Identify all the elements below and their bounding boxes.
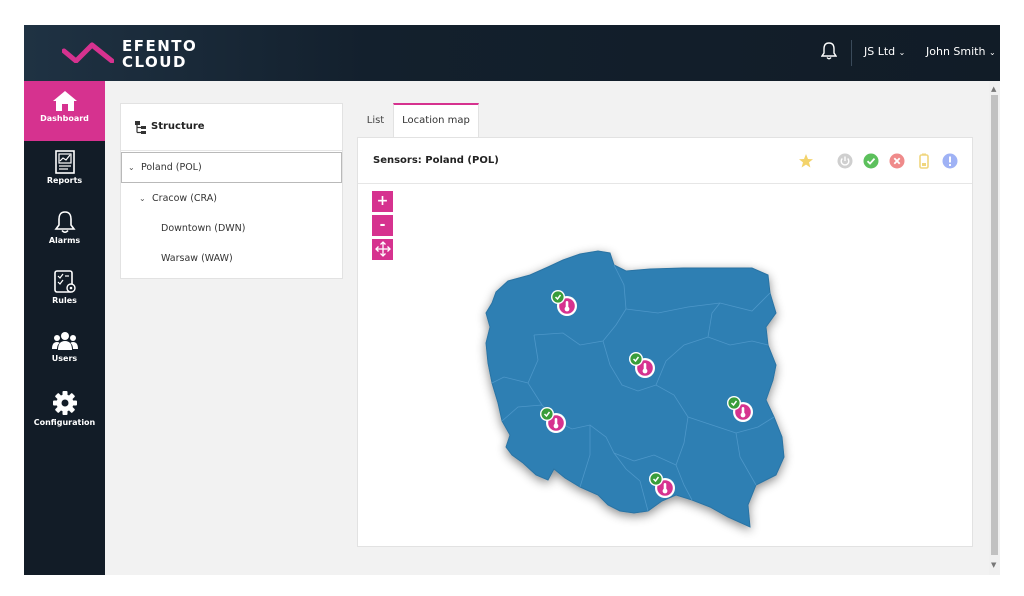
sidebar-label: Reports bbox=[46, 176, 83, 185]
tree-item-downtown[interactable]: Downtown (DWN) bbox=[121, 214, 342, 244]
scroll-thumb[interactable] bbox=[991, 95, 998, 555]
efento-logo-icon bbox=[62, 42, 114, 63]
scroll-down-icon[interactable]: ▼ bbox=[991, 561, 996, 569]
app-window: EFENTO CLOUD JS Ltd ⌄ John Smith ⌄ Dashb… bbox=[24, 25, 1000, 575]
sidebar-item-rules[interactable]: Rules bbox=[24, 261, 105, 321]
logo-text: EFENTO CLOUD bbox=[122, 38, 197, 70]
logo-line1: EFENTO bbox=[122, 37, 198, 55]
poland-country-shape bbox=[485, 250, 785, 528]
ok-check-icon[interactable] bbox=[863, 153, 879, 169]
map-panel: Sensors: Poland (POL) + - bbox=[357, 137, 973, 547]
scroll-up-icon[interactable]: ▲ bbox=[991, 85, 996, 93]
sidebar: Dashboard Reports Alarms Rules Users Con… bbox=[24, 81, 105, 575]
sidebar-label: Rules bbox=[52, 296, 77, 305]
structure-header: Structure bbox=[121, 104, 342, 151]
logo-line2: CLOUD bbox=[122, 53, 187, 71]
chevron-down-icon: ⌄ bbox=[988, 48, 996, 57]
sidebar-item-reports[interactable]: Reports bbox=[24, 141, 105, 201]
users-icon bbox=[51, 332, 78, 350]
structure-panel: Structure ⌄ Poland (POL) ⌄ Cracow (CRA) … bbox=[120, 103, 343, 279]
page-scrollbar[interactable]: ▲ ▼ bbox=[989, 81, 1000, 575]
user-dropdown[interactable]: John Smith ⌄ bbox=[926, 45, 996, 58]
map-title: Sensors: Poland (POL) bbox=[373, 155, 499, 166]
sidebar-label: Users bbox=[51, 354, 78, 363]
home-icon bbox=[52, 91, 77, 111]
company-dropdown[interactable]: JS Ltd ⌄ bbox=[864, 45, 905, 58]
user-name: John Smith bbox=[926, 45, 986, 58]
gear-icon bbox=[52, 391, 77, 415]
tree-structure-icon bbox=[135, 121, 146, 134]
sidebar-item-dashboard[interactable]: Dashboard bbox=[24, 81, 105, 141]
tree-item-label: Poland (POL) bbox=[141, 162, 202, 173]
map-header: Sensors: Poland (POL) bbox=[358, 138, 972, 184]
tree-item-label: Downtown (DWN) bbox=[161, 223, 246, 234]
sidebar-label: Alarms bbox=[48, 236, 81, 245]
reports-icon bbox=[54, 150, 75, 174]
chevron-down-icon: ⌄ bbox=[898, 48, 906, 57]
bell-icon bbox=[53, 211, 76, 234]
battery-icon[interactable] bbox=[916, 153, 932, 169]
info-icon[interactable] bbox=[942, 153, 958, 169]
tree-item-label: Warsaw (WAW) bbox=[161, 253, 233, 264]
tree-item-label: Cracow (CRA) bbox=[152, 193, 217, 204]
sidebar-item-users[interactable]: Users bbox=[24, 321, 105, 381]
poland-map[interactable] bbox=[358, 185, 972, 547]
company-name: JS Ltd bbox=[864, 45, 896, 58]
power-icon[interactable] bbox=[837, 153, 853, 169]
bell-icon[interactable] bbox=[821, 42, 837, 60]
tab-location-map[interactable]: Location map bbox=[393, 103, 479, 137]
favourite-star-icon[interactable] bbox=[798, 153, 814, 169]
tab-list[interactable]: List bbox=[358, 105, 393, 137]
sidebar-label: Configuration bbox=[33, 418, 96, 427]
rules-icon bbox=[53, 270, 76, 293]
tree-item-warsaw[interactable]: Warsaw (WAW) bbox=[121, 244, 342, 274]
sidebar-label: Dashboard bbox=[40, 114, 89, 123]
sidebar-item-alarms[interactable]: Alarms bbox=[24, 201, 105, 261]
top-bar: EFENTO CLOUD JS Ltd ⌄ John Smith ⌄ bbox=[24, 25, 1000, 81]
chevron-down-icon[interactable]: ⌄ bbox=[139, 184, 149, 214]
error-x-icon[interactable] bbox=[889, 153, 905, 169]
tree-item-poland[interactable]: ⌄ Poland (POL) bbox=[121, 152, 342, 183]
tree-item-cracow[interactable]: ⌄ Cracow (CRA) bbox=[121, 184, 342, 214]
structure-title: Structure bbox=[151, 121, 205, 132]
sidebar-item-configuration[interactable]: Configuration bbox=[24, 381, 105, 441]
header-divider bbox=[851, 40, 852, 66]
chevron-down-icon[interactable]: ⌄ bbox=[128, 153, 138, 183]
